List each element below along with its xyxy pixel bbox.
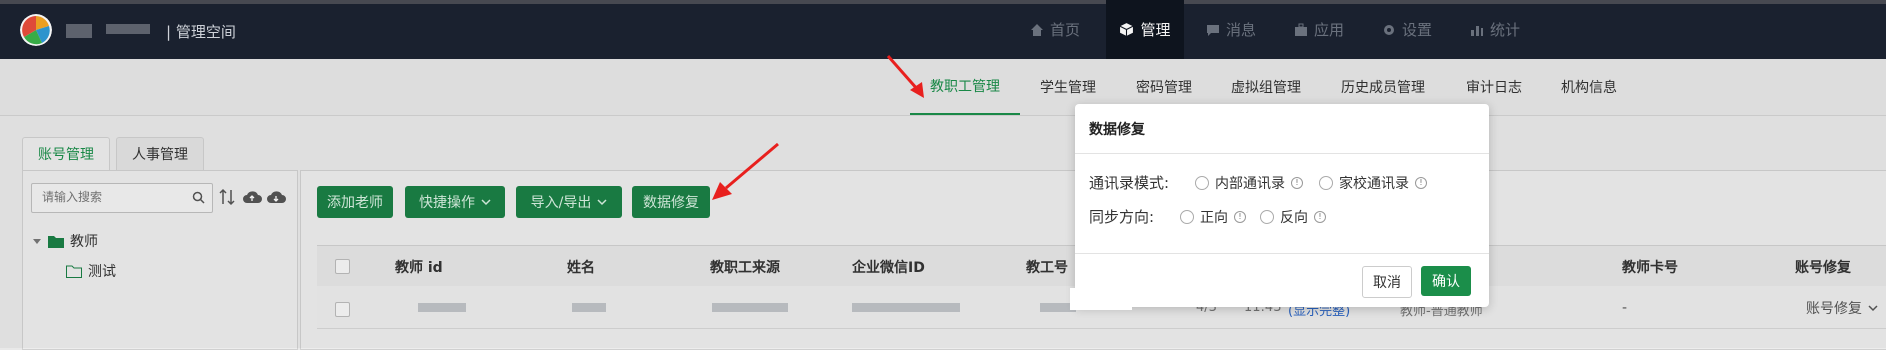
radio-forward[interactable]: 正向 ! [1180, 207, 1246, 227]
radio-school-label: 家校通讯录 [1339, 176, 1409, 192]
radio-reverse-label: 反向 [1280, 210, 1308, 226]
direction-label: 同步方向: [1089, 208, 1155, 226]
info-icon[interactable]: ! [1234, 211, 1246, 223]
confirm-button[interactable]: 确认 [1421, 266, 1471, 296]
radio-internal-directory[interactable]: 内部通讯录 ! [1195, 173, 1303, 193]
info-icon[interactable]: ! [1291, 177, 1303, 189]
radio-forward-label: 正向 [1200, 210, 1228, 226]
annotation-arrow [886, 55, 924, 98]
radio-circle[interactable] [1195, 176, 1209, 190]
modal-overlay [0, 0, 1886, 348]
dialog-title: 数据修复 [1089, 122, 1145, 138]
radio-reverse[interactable]: 反向 ! [1260, 207, 1326, 227]
info-icon[interactable]: ! [1415, 177, 1427, 189]
divider [1075, 153, 1489, 154]
annotation-arrow [712, 142, 779, 200]
radio-circle[interactable] [1180, 210, 1194, 224]
radio-school-directory[interactable]: 家校通讯录 ! [1319, 173, 1427, 193]
tooltip-remnant [1070, 288, 1132, 310]
radio-circle[interactable] [1260, 210, 1274, 224]
radio-circle[interactable] [1319, 176, 1333, 190]
info-icon[interactable]: ! [1314, 211, 1326, 223]
divider [1075, 253, 1489, 254]
data-repair-dialog: 数据修复 通讯录模式: 内部通讯录 ! 家校通讯录 ! 同步方向: 正向 ! 反… [1075, 104, 1489, 307]
radio-internal-label: 内部通讯录 [1215, 176, 1285, 192]
mode-label: 通讯录模式: [1089, 174, 1170, 192]
cancel-button[interactable]: 取消 [1362, 266, 1412, 298]
